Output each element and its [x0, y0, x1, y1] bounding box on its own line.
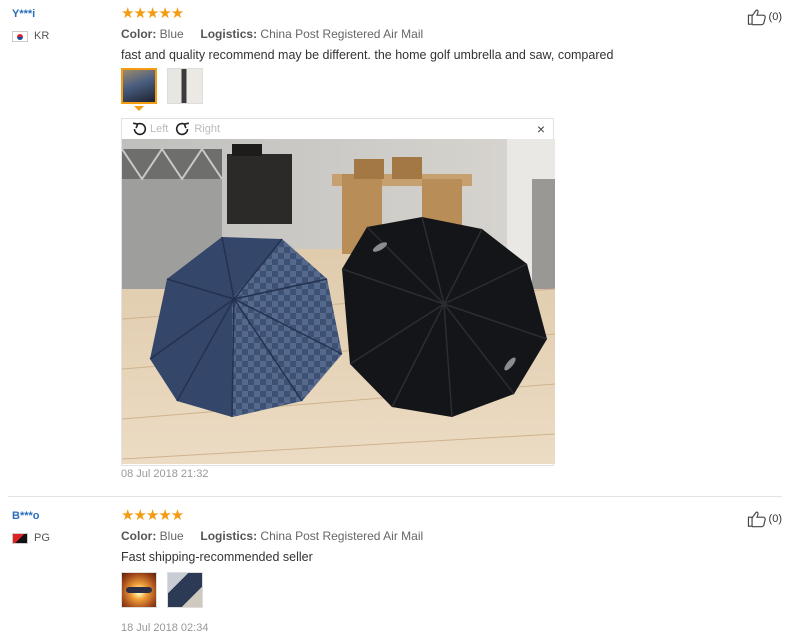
review-item: B***o PG ★★★★★ Color: Blue Logistics: Ch…	[0, 497, 790, 637]
rotate-right-label: Right	[194, 123, 221, 135]
review-meta: Color: Blue Logistics: China Post Regist…	[121, 26, 721, 42]
rotate-left-icon	[132, 122, 147, 136]
review-photo-thumbnail[interactable]	[167, 68, 203, 104]
review-photo-large	[122, 139, 555, 464]
reviewer-name[interactable]: B***o	[12, 510, 102, 524]
country-code: PG	[34, 532, 50, 544]
star-rating: ★★★★★	[121, 507, 184, 524]
star-rating: ★★★★★	[121, 5, 184, 22]
reviewer-country: KR	[12, 30, 102, 42]
review-item: Y***i KR ★★★★★ Color: Blue Logistics: Ch…	[0, 0, 790, 497]
flag-kr-icon	[12, 30, 28, 42]
reviewer-name[interactable]: Y***i	[12, 8, 102, 22]
review-text: fast and quality recommend may be differ…	[121, 48, 614, 62]
review-photo-thumbnail[interactable]	[121, 572, 157, 608]
review-content: ★★★★★ Color: Blue Logistics: China Post …	[121, 5, 721, 480]
color-label: Color:	[121, 27, 157, 41]
review-date: 08 Jul 2018 21:32	[121, 468, 209, 480]
reviewer-country: PG	[12, 532, 102, 544]
color-value: Blue	[159, 529, 184, 543]
country-code: KR	[34, 30, 50, 42]
like-count: (0)	[768, 11, 782, 23]
review-meta: Color: Blue Logistics: China Post Regist…	[121, 528, 721, 544]
reviewer-info: Y***i KR	[12, 8, 102, 42]
thumbs-up-icon	[747, 9, 766, 26]
logistics-label: Logistics:	[200, 27, 258, 41]
review-text: Fast shipping-recommended seller	[121, 550, 313, 564]
active-thumb-arrow-icon	[134, 106, 144, 111]
rotate-left-button[interactable]: Left	[130, 120, 168, 138]
rotate-right-icon	[176, 122, 190, 136]
close-viewer-button[interactable]: ×	[537, 121, 545, 137]
photo-viewer: Left Right ×	[121, 118, 555, 466]
review-photos	[121, 572, 721, 608]
review-date: 18 Jul 2018 02:34	[121, 622, 209, 634]
logistics-value: China Post Registered Air Mail	[260, 529, 424, 543]
like-button[interactable]: (0)	[747, 8, 782, 26]
review-photos	[121, 68, 721, 111]
color-label: Color:	[121, 529, 157, 543]
logistics-label: Logistics:	[200, 529, 258, 543]
like-button[interactable]: (0)	[747, 510, 782, 528]
review-content: ★★★★★ Color: Blue Logistics: China Post …	[121, 507, 721, 634]
thumbs-up-icon	[747, 511, 766, 528]
reviewer-info: B***o PG	[12, 510, 102, 544]
logistics-value: China Post Registered Air Mail	[260, 27, 424, 41]
color-value: Blue	[159, 27, 184, 41]
like-count: (0)	[768, 513, 782, 525]
rotate-left-label: Left	[150, 123, 169, 135]
flag-pg-icon	[12, 532, 28, 544]
review-photo-thumbnail[interactable]	[167, 572, 203, 608]
rotate-right-button[interactable]: Right	[174, 120, 220, 138]
review-photo-thumbnail[interactable]	[121, 68, 157, 104]
photo-viewer-toolbar: Left Right ×	[122, 119, 553, 139]
umbrella-photo	[122, 139, 555, 464]
